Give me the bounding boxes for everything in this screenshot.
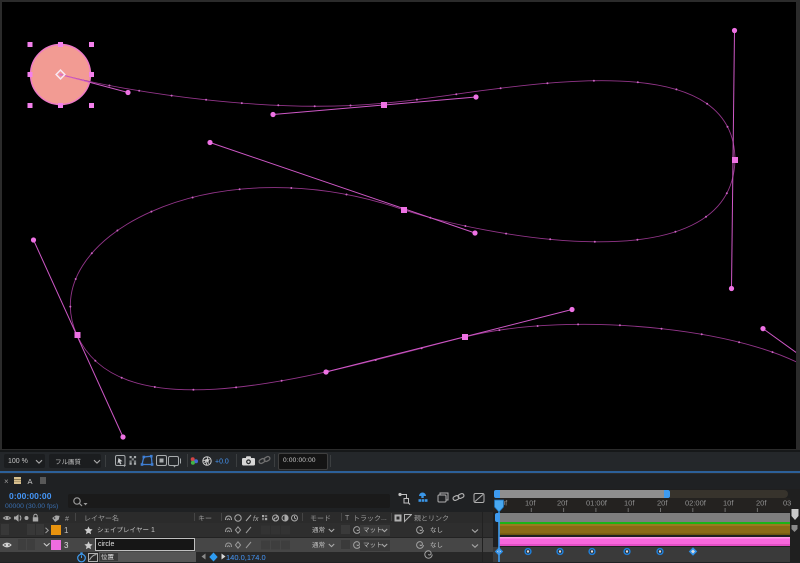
svg-text:20f: 20f — [756, 499, 767, 508]
svg-text:10f: 10f — [525, 499, 536, 508]
svg-text:10f: 10f — [723, 499, 734, 508]
svg-text:20f: 20f — [557, 499, 568, 508]
svg-text:+0.0: +0.0 — [215, 459, 229, 466]
svg-text:#: # — [65, 516, 69, 523]
svg-text:01:00f: 01:00f — [586, 499, 608, 508]
svg-text:fx: fx — [253, 516, 259, 523]
svg-text:10f: 10f — [624, 499, 635, 508]
svg-text:02:00f: 02:00f — [685, 499, 707, 508]
svg-text:20f: 20f — [657, 499, 668, 508]
